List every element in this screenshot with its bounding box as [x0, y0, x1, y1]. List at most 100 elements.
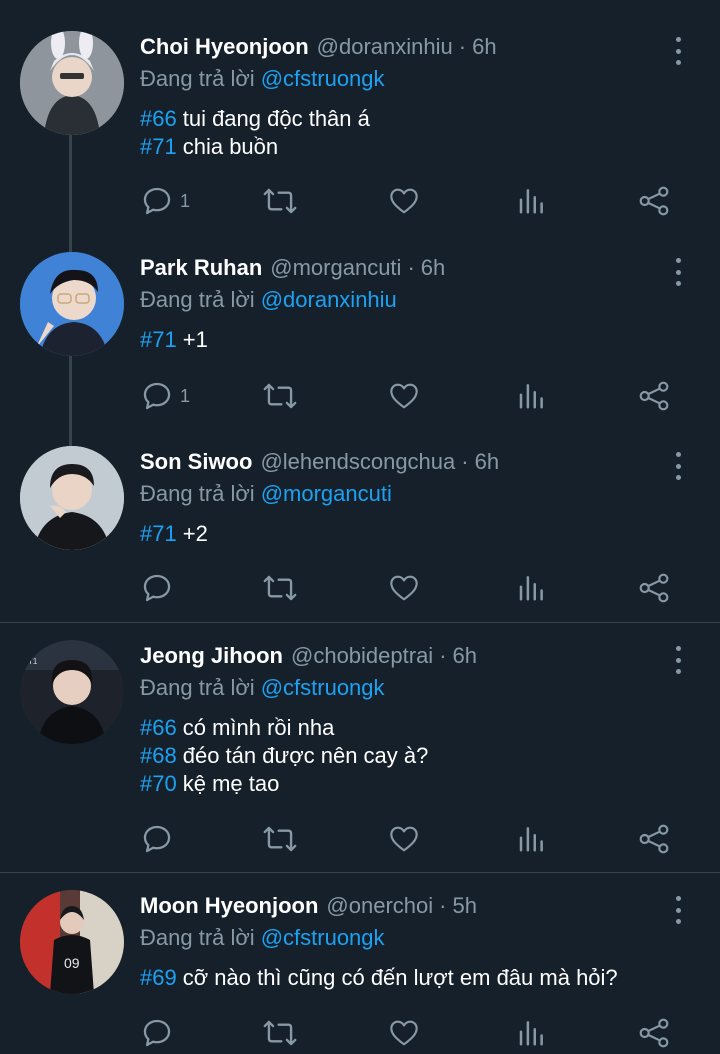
reply-icon [143, 825, 171, 853]
tweet-line: đéo tán được nên cay à? [182, 743, 429, 768]
more-options-icon[interactable] [668, 646, 688, 674]
display-name[interactable]: Park Ruhan [140, 252, 262, 284]
reply-mention[interactable]: @cfstruongk [261, 675, 385, 700]
display-name[interactable]: Choi Hyeonjoon [140, 31, 309, 63]
retweet-button[interactable] [262, 819, 298, 859]
separator-dot: · [407, 255, 415, 280]
reply-mention[interactable]: @doranxinhiu [261, 287, 397, 312]
hashtag[interactable]: #66 [140, 106, 177, 131]
hashtag[interactable]: #68 [140, 743, 177, 768]
analytics-icon [519, 384, 543, 409]
hashtag[interactable]: #71 [140, 327, 177, 352]
handle[interactable]: @doranxinhiu [317, 31, 453, 63]
hashtag[interactable]: #70 [140, 771, 177, 796]
retweet-icon [263, 383, 297, 409]
like-button[interactable] [388, 568, 420, 608]
retweet-button[interactable] [262, 376, 298, 416]
separator-dot: · [439, 643, 447, 668]
retweet-button[interactable] [262, 181, 298, 221]
avatar[interactable]: 09 [20, 890, 124, 994]
tweet[interactable]: Son Siwoo @lehendscongchua · 6h Đang trả… [0, 446, 720, 614]
reply-button[interactable] [140, 568, 180, 608]
retweet-button[interactable] [262, 568, 298, 608]
timestamp[interactable]: 6h [453, 640, 477, 672]
handle[interactable]: @chobideptrai [291, 640, 433, 672]
like-icon [390, 826, 418, 852]
avatar[interactable] [20, 446, 124, 550]
handle[interactable]: @morgancuti [270, 252, 401, 284]
tweet[interactable]: T1 Jeong Jihoon @chobideptrai · 6h Đang … [0, 640, 720, 860]
more-options-icon[interactable] [668, 896, 688, 924]
reply-context: Đang trả lời @cfstruongk [140, 922, 385, 954]
reply-prefix: Đang trả lời [140, 66, 255, 91]
analytics-button[interactable] [516, 376, 546, 416]
handle[interactable]: @lehendscongchua [260, 446, 455, 478]
share-button[interactable] [638, 181, 670, 221]
analytics-button[interactable] [516, 819, 546, 859]
hashtag[interactable]: #66 [140, 715, 177, 740]
tweet-line: có mình rồi nha [182, 715, 335, 740]
action-bar [140, 819, 680, 859]
avatar[interactable]: T1 [20, 640, 124, 744]
analytics-icon [519, 576, 543, 601]
avatar[interactable] [20, 252, 124, 356]
tweet[interactable]: Choi Hyeonjoon @doranxinhiu · 6h Đang tr… [0, 31, 720, 221]
reply-context: Đang trả lời @cfstruongk [140, 672, 385, 704]
more-options-icon[interactable] [668, 258, 688, 286]
hashtag[interactable]: #69 [140, 965, 177, 990]
reply-mention[interactable]: @morgancuti [261, 481, 392, 506]
tweet-line: +2 [182, 521, 208, 546]
reply-prefix: Đang trả lời [140, 925, 255, 950]
reply-count: 1 [180, 190, 191, 211]
more-options-icon[interactable] [668, 37, 688, 65]
tweet-line: cỡ nào thì cũng có đến lượt em đâu mà hỏ… [182, 965, 618, 990]
reply-context: Đang trả lời @cfstruongk [140, 63, 385, 95]
reply-prefix: Đang trả lời [140, 675, 255, 700]
like-button[interactable] [388, 819, 420, 859]
reply-count: 1 [180, 385, 191, 406]
share-button[interactable] [638, 376, 670, 416]
share-icon [639, 1018, 669, 1048]
analytics-button[interactable] [516, 1013, 546, 1053]
retweet-button[interactable] [262, 1013, 298, 1053]
display-name[interactable]: Jeong Jihoon [140, 640, 283, 672]
reply-button[interactable] [140, 819, 180, 859]
handle[interactable]: @onerchoi [326, 890, 433, 922]
action-bar [140, 568, 680, 608]
retweet-icon [263, 188, 297, 214]
more-options-icon[interactable] [668, 452, 688, 480]
avatar[interactable] [20, 31, 124, 135]
analytics-icon [519, 1021, 543, 1046]
tweet[interactable]: 09 Moon Hyeonjoon @onerchoi · 5h Đang tr… [0, 890, 720, 1054]
display-name[interactable]: Son Siwoo [140, 446, 252, 478]
tweet[interactable]: Park Ruhan @morgancuti · 6h Đang trả lời… [0, 252, 720, 420]
tweet-separator [0, 622, 720, 623]
reply-mention[interactable]: @cfstruongk [261, 925, 385, 950]
timestamp[interactable]: 6h [472, 31, 496, 63]
reply-prefix: Đang trả lời [140, 481, 255, 506]
reply-button[interactable]: 1 [140, 376, 190, 416]
reply-button[interactable] [140, 1013, 180, 1053]
analytics-icon [519, 827, 543, 852]
like-button[interactable] [388, 181, 420, 221]
share-button[interactable] [638, 1013, 670, 1053]
display-name[interactable]: Moon Hyeonjoon [140, 890, 318, 922]
retweet-icon [263, 826, 297, 852]
timestamp[interactable]: 6h [421, 252, 445, 284]
share-button[interactable] [638, 568, 670, 608]
action-bar: 1 [140, 181, 680, 221]
separator-dot: · [461, 449, 469, 474]
like-button[interactable] [388, 376, 420, 416]
hashtag[interactable]: #71 [140, 134, 177, 159]
analytics-button[interactable] [516, 568, 546, 608]
timestamp[interactable]: 5h [452, 890, 476, 922]
share-button[interactable] [638, 819, 670, 859]
reply-button[interactable]: 1 [140, 181, 190, 221]
timestamp[interactable]: 6h [475, 446, 499, 478]
analytics-button[interactable] [516, 181, 546, 221]
reply-mention[interactable]: @cfstruongk [261, 66, 385, 91]
reply-prefix: Đang trả lời [140, 287, 255, 312]
like-button[interactable] [388, 1013, 420, 1053]
hashtag[interactable]: #71 [140, 521, 177, 546]
like-icon [390, 188, 418, 214]
